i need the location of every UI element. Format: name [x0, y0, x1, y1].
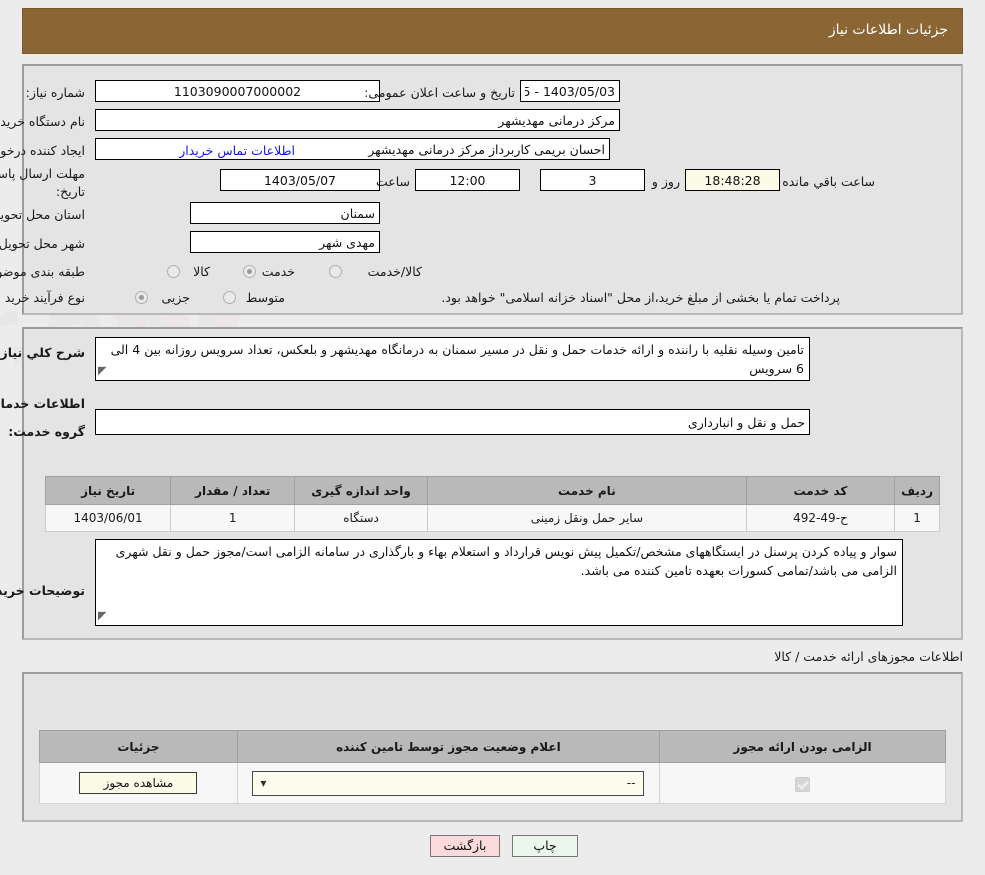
- licenses-col-details: جزئیات: [39, 730, 238, 763]
- chevron-down-icon: ▾: [260, 775, 267, 790]
- services-table: ردیف کد خدمت نام خدمت واحد اندازه گیری ت…: [44, 476, 940, 532]
- process-label: نوع فرآیند خرید :: [0, 290, 85, 305]
- services-table-header-row: ردیف کد خدمت نام خدمت واحد اندازه گیری ت…: [44, 476, 940, 505]
- license-status-select[interactable]: -- ▾: [252, 770, 645, 796]
- process-option-1-label: متوسط: [245, 290, 285, 305]
- deadline-label-2: تاریخ:: [55, 184, 85, 199]
- license-status-value: --: [626, 775, 636, 790]
- process-radio-motavaset[interactable]: [223, 291, 236, 304]
- process-radio-jozii[interactable]: [135, 291, 148, 304]
- licenses-col-required: الزامی بودن ارائه مجوز: [659, 730, 946, 763]
- licenses-cell-details: مشاهده مجوز: [39, 762, 238, 804]
- page-title: جزئیات اطلاعات نیاز: [828, 22, 948, 38]
- services-cell-name: سایر حمل ونقل زمینی: [426, 504, 747, 532]
- window-title-bar: جزئیات اطلاعات نیاز: [22, 8, 963, 54]
- buyer-org-label: نام دستگاه خریدار:: [0, 114, 85, 129]
- services-col-date: تاریخ نیاز: [44, 476, 172, 505]
- view-license-button[interactable]: مشاهده مجوز: [79, 772, 198, 794]
- licenses-cell-status: -- ▾: [236, 762, 661, 804]
- resize-grip-icon: ◥: [98, 609, 107, 622]
- description-label: شرح کلي نیاز:: [0, 345, 85, 360]
- licenses-heading: اطلاعات مجوزهای ارائه خدمت / کالا: [774, 649, 963, 664]
- days-remaining-input[interactable]: [540, 169, 645, 191]
- services-heading: اطلاعات خدمات مورد نیاز: [0, 396, 85, 411]
- services-col-unit: واحد اندازه گیری: [294, 476, 428, 505]
- licenses-col-status: اعلام وضعیت مجوز توسط تامین کننده: [236, 730, 661, 763]
- page-root: AriaTender.neT جزئیات اطلاعات نیاز شماره…: [0, 0, 985, 875]
- public-announce-label: تاریخ و ساعت اعلان عمومی:: [364, 85, 515, 100]
- deadline-date-input[interactable]: [220, 169, 380, 191]
- buyer-org-input[interactable]: [95, 109, 620, 131]
- print-button[interactable]: چاپ: [512, 835, 578, 857]
- services-cell-unit: دستگاه: [294, 504, 428, 532]
- creator-input[interactable]: [95, 138, 610, 160]
- city-label: شهر محل تحویل:: [0, 236, 85, 251]
- buyer-notes-label: توضیحات خریدار:: [0, 583, 85, 598]
- services-col-row: ردیف: [894, 476, 940, 505]
- category-option-1-label: خدمت: [261, 264, 295, 279]
- buyer-contact-link[interactable]: اطلاعات تماس خریدار: [179, 143, 295, 158]
- services-col-name: نام خدمت: [426, 476, 747, 505]
- category-option-2-label: کالا/خدمت: [367, 264, 422, 279]
- hour-label: ساعت: [375, 174, 410, 189]
- services-cell-code: ح-49-492: [745, 504, 896, 532]
- description-text: تامین وسیله نقلیه با راننده و ارائه خدما…: [110, 342, 804, 376]
- license-required-checkbox: [795, 776, 810, 792]
- category-radio-khedmat[interactable]: [243, 265, 256, 278]
- public-announce-input[interactable]: [520, 80, 620, 102]
- process-option-0-label: جزیی: [161, 290, 190, 305]
- category-option-0-label: کالا: [193, 264, 210, 279]
- services-cell-date: 1403/06/01: [44, 504, 172, 532]
- service-group-input[interactable]: [95, 409, 810, 435]
- deadline-hour-input[interactable]: [415, 169, 520, 191]
- province-input[interactable]: [190, 202, 380, 224]
- services-col-code: کد خدمت: [745, 476, 896, 505]
- table-row: 1 ح-49-492 سایر حمل ونقل زمینی دستگاه 1 …: [44, 504, 940, 532]
- province-label: استان محل تحویل:: [0, 207, 85, 222]
- category-radio-kala[interactable]: [167, 265, 180, 278]
- days-label: روز و: [651, 174, 680, 189]
- creator-label: ایجاد کننده درخواست:: [0, 143, 85, 158]
- back-button[interactable]: بازگشت: [430, 835, 500, 857]
- category-radio-kala-khedmat[interactable]: [329, 265, 342, 278]
- buyer-notes-textarea[interactable]: سوار و پیاده کردن پرسنل در ایستگاههای مش…: [95, 539, 903, 626]
- table-row: -- ▾ مشاهده مجوز: [39, 762, 946, 804]
- resize-grip-icon: ◥: [98, 364, 107, 377]
- city-input[interactable]: [190, 231, 380, 253]
- licenses-cell-required: [659, 762, 946, 804]
- countdown-label: ساعت باقي مانده: [782, 174, 875, 189]
- services-cell-qty: 1: [170, 504, 296, 532]
- services-cell-row: 1: [894, 504, 940, 532]
- category-label: طبقه بندی موضوعی:: [0, 264, 85, 279]
- need-number-label: شماره نیاز:: [25, 85, 85, 100]
- payment-note: پرداخت تمام یا بخشی از مبلغ خرید،از محل …: [441, 290, 840, 305]
- services-col-qty: تعداد / مقدار: [170, 476, 296, 505]
- countdown-input: [685, 169, 780, 191]
- service-group-label: گروه خدمت:: [8, 424, 85, 439]
- buyer-notes-text: سوار و پیاده کردن پرسنل در ایستگاههای مش…: [115, 544, 897, 578]
- deadline-label: مهلت ارسال پاسخ: تا: [0, 166, 85, 181]
- description-textarea[interactable]: تامین وسیله نقلیه با راننده و ارائه خدما…: [95, 337, 810, 381]
- need-number-input[interactable]: [95, 80, 380, 102]
- licenses-table: الزامی بودن ارائه مجوز اعلام وضعیت مجوز …: [39, 730, 946, 804]
- licenses-table-header-row: الزامی بودن ارائه مجوز اعلام وضعیت مجوز …: [39, 730, 946, 763]
